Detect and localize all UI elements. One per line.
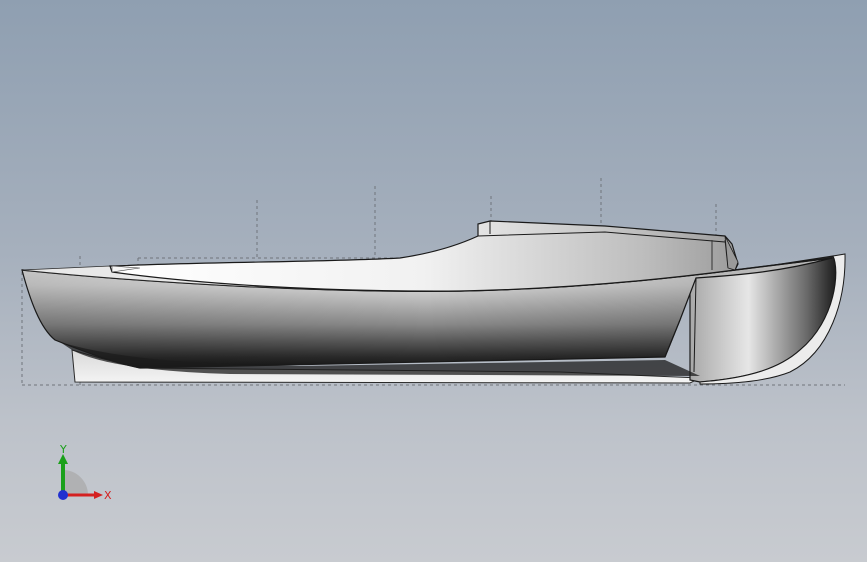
- x-axis-label: X: [104, 489, 112, 502]
- x-axis-arrow-icon: [94, 491, 103, 499]
- coordinate-triad: Y X: [58, 443, 112, 502]
- triad-arc: [63, 470, 88, 495]
- cabin-superstructure: [109, 220, 739, 292]
- graphics-viewport[interactable]: Y X: [0, 0, 867, 562]
- y-axis-label: Y: [59, 443, 67, 456]
- boat-hull-model[interactable]: [0, 0, 867, 562]
- z-axis-origin-icon: [58, 490, 68, 500]
